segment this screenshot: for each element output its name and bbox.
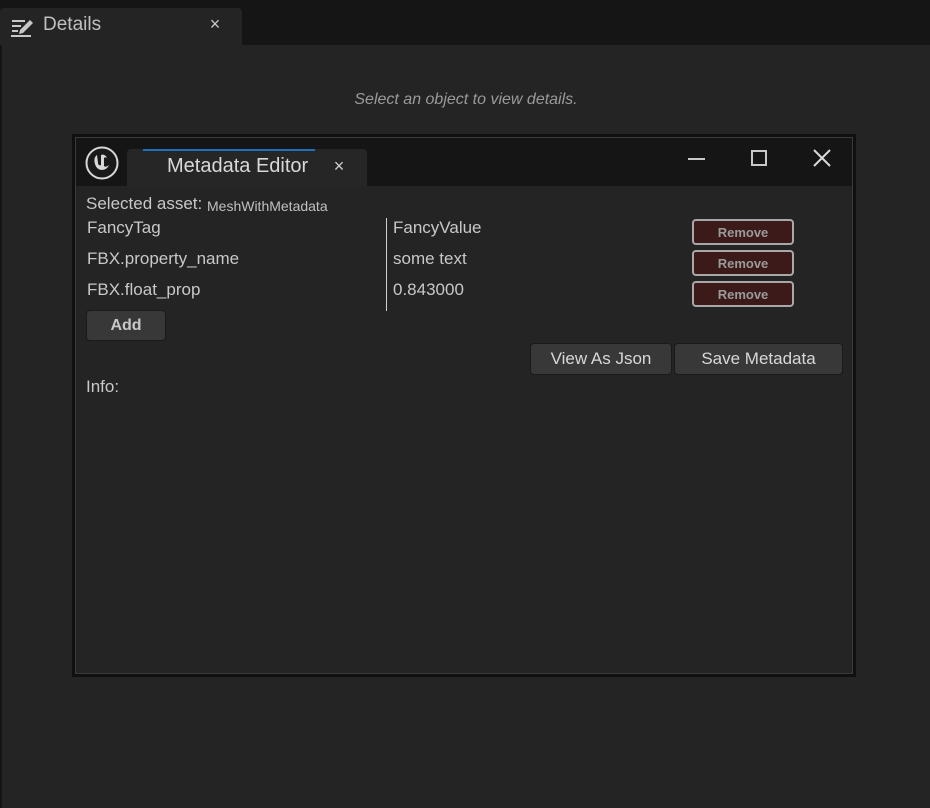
metadata-value[interactable]: FancyValue bbox=[393, 218, 482, 238]
metadata-key[interactable]: FancyTag bbox=[87, 218, 161, 238]
window-tab-title: Metadata Editor bbox=[167, 155, 309, 177]
tab-accent bbox=[143, 149, 315, 151]
metadata-row: FancyTag FancyValue Remove bbox=[75, 218, 853, 248]
add-button[interactable]: Add bbox=[86, 310, 166, 341]
view-as-json-button[interactable]: View As Json bbox=[530, 343, 672, 375]
remove-button[interactable]: Remove bbox=[692, 219, 794, 245]
metadata-editor-tab[interactable]: Metadata Editor × bbox=[127, 149, 367, 187]
details-hint: Select an object to view details. bbox=[354, 91, 578, 108]
metadata-value[interactable]: 0.843000 bbox=[393, 280, 464, 300]
details-tab-title: Details bbox=[43, 14, 102, 35]
details-tab-close-icon[interactable]: × bbox=[205, 14, 225, 35]
window-tab-close-icon[interactable]: × bbox=[329, 156, 349, 177]
unreal-logo-icon bbox=[85, 146, 119, 180]
metadata-value[interactable]: some text bbox=[393, 249, 467, 269]
remove-button[interactable]: Remove bbox=[692, 250, 794, 276]
metadata-key[interactable]: FBX.float_prop bbox=[87, 280, 200, 300]
minimize-icon[interactable] bbox=[681, 144, 711, 172]
remove-button[interactable]: Remove bbox=[692, 281, 794, 307]
metadata-row: FBX.float_prop 0.843000 Remove bbox=[75, 280, 853, 310]
metadata-row: FBX.property_name some text Remove bbox=[75, 249, 853, 279]
save-metadata-button[interactable]: Save Metadata bbox=[674, 343, 843, 375]
details-pen-icon bbox=[11, 20, 33, 37]
details-tab[interactable]: Details × bbox=[0, 8, 242, 45]
close-icon[interactable] bbox=[807, 144, 837, 172]
metadata-editor-window: Metadata Editor × Selected asset: MeshWi… bbox=[72, 134, 856, 677]
metadata-key[interactable]: FBX.property_name bbox=[87, 249, 239, 269]
selected-asset-label: Selected asset: bbox=[86, 194, 203, 213]
window-titlebar[interactable]: Metadata Editor × bbox=[76, 138, 852, 187]
selected-asset-value: MeshWithMetadata bbox=[207, 198, 328, 214]
maximize-icon[interactable] bbox=[744, 144, 774, 172]
info-label: Info: bbox=[86, 377, 120, 396]
